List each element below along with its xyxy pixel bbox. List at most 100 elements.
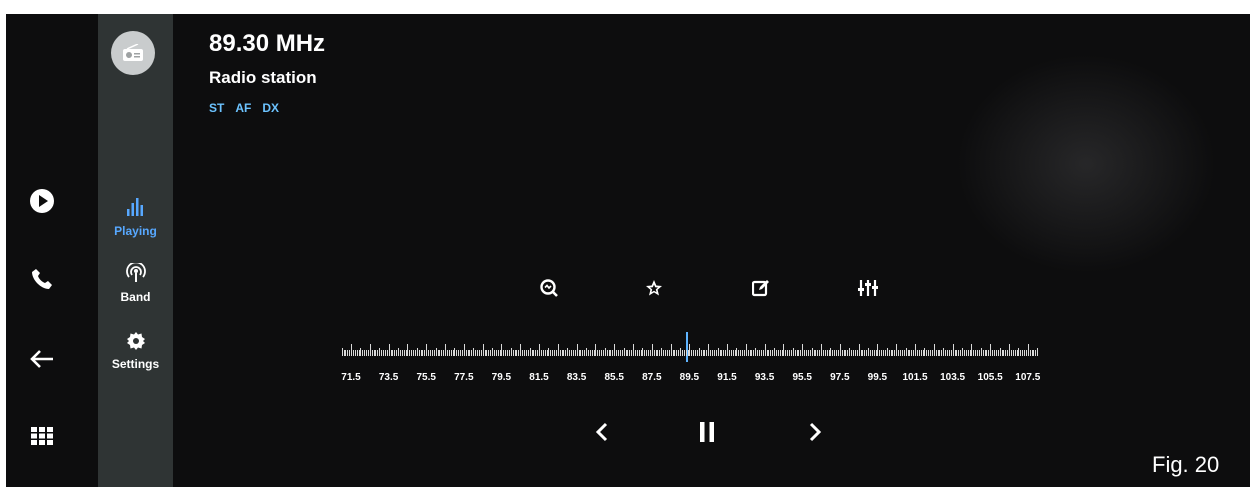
scale-tick [670,344,672,356]
scale-tick [755,348,757,356]
pause-button[interactable] [692,417,722,447]
scale-tick [644,350,646,356]
scale-tick [924,348,926,356]
scale-tick [492,348,493,356]
scale-tick [999,348,1001,356]
scale-tick [1033,350,1035,356]
scale-tick [443,350,445,356]
scale-tick [995,350,997,356]
scale-tick [612,350,614,356]
tuning-settings-button[interactable] [855,275,881,301]
scale-tick [719,350,721,356]
scale-tick [484,350,486,356]
scale-tick [1024,350,1025,356]
scale-tick [992,350,994,356]
scale-tick [539,344,540,356]
scale-tick [1001,350,1003,356]
scale-tick [920,350,922,356]
scale-tick [751,350,753,356]
scale-tick [858,344,860,356]
scale-tick [725,350,727,356]
scale-tick [774,348,775,356]
scale-tick [706,350,708,356]
scale-tick [826,350,828,356]
scale-tick [619,350,621,356]
scale-tick [366,350,367,356]
scale-tick [638,350,640,356]
scale-label: 85.5 [604,372,624,383]
tuning-needle[interactable] [685,332,688,362]
scale-tick [659,350,661,356]
frequency-scale[interactable] [337,332,1077,362]
sliders-icon [858,280,878,296]
scan-button[interactable] [536,275,562,301]
scale-tick [698,348,700,356]
scale-tick [931,350,933,356]
next-station-button[interactable] [800,417,830,447]
scale-tick [593,350,595,356]
sidebar-item-settings[interactable]: Settings [98,332,173,371]
antenna-icon [125,261,146,282]
sidebar-item-band[interactable]: Band [98,261,173,304]
scale-tick [837,350,839,356]
scale-tick [990,344,992,356]
scale-tick [804,350,806,356]
current-frequency: 89.30 MHz [209,30,326,57]
scale-tick [557,344,559,356]
scale-tick [352,350,354,356]
scale-tick [454,348,456,356]
scale-tick [926,350,928,356]
scale-tick [507,350,508,356]
scale-tick [503,350,505,356]
scale-tick [783,344,785,356]
edit-button[interactable] [748,275,774,301]
scale-tick [347,350,349,356]
scale-label: 75.5 [416,372,436,383]
scale-tick [794,350,796,356]
scale-tick [997,350,999,356]
scale-tick [424,350,426,356]
next-icon [809,422,822,442]
scale-label: 87.5 [642,372,662,383]
scale-tick [388,344,390,356]
scale-tick [1027,344,1029,356]
radio-source-button[interactable] [111,31,155,75]
scale-tick [390,350,392,356]
phone-button[interactable] [22,259,62,299]
scale-tick [657,350,659,356]
scale-tick [614,344,616,356]
scale-tick [428,350,430,356]
scale-tick [642,348,644,356]
scale-tick [922,350,924,356]
scale-tick [954,350,956,356]
scale-tick [351,344,352,356]
back-button[interactable] [22,339,62,379]
scale-tick [717,348,719,356]
sidebar-item-playing[interactable]: Playing [98,197,173,238]
scale-tick [967,350,969,356]
scale-tick [595,344,597,356]
scale-tick [610,350,612,356]
app-grid-button[interactable] [22,416,62,456]
scale-tick [847,350,849,356]
scale-tick [452,350,454,356]
scale-tick [817,350,819,356]
scale-tick [1007,350,1009,356]
previous-station-button[interactable] [587,417,617,447]
scale-tick [437,350,439,356]
scale-tick [879,350,881,356]
scale-tick [522,350,524,356]
scale-tick [734,350,736,356]
scale-tick [386,350,388,356]
scale-tick [574,350,576,356]
scale-tick [901,350,903,356]
scale-tick [1009,344,1010,356]
scale-tick [1010,350,1012,356]
scale-tick [582,350,584,356]
favorite-button[interactable] [641,275,667,301]
media-player-button[interactable] [22,181,62,221]
scale-tick [356,350,358,356]
scale-tick [405,350,407,356]
scale-tick [691,350,693,356]
frequency-scale-labels: 71.5 73.5 75.5 77.5 79.5 81.5 83.5 85.5 87.5 89.5… [337,372,1097,386]
